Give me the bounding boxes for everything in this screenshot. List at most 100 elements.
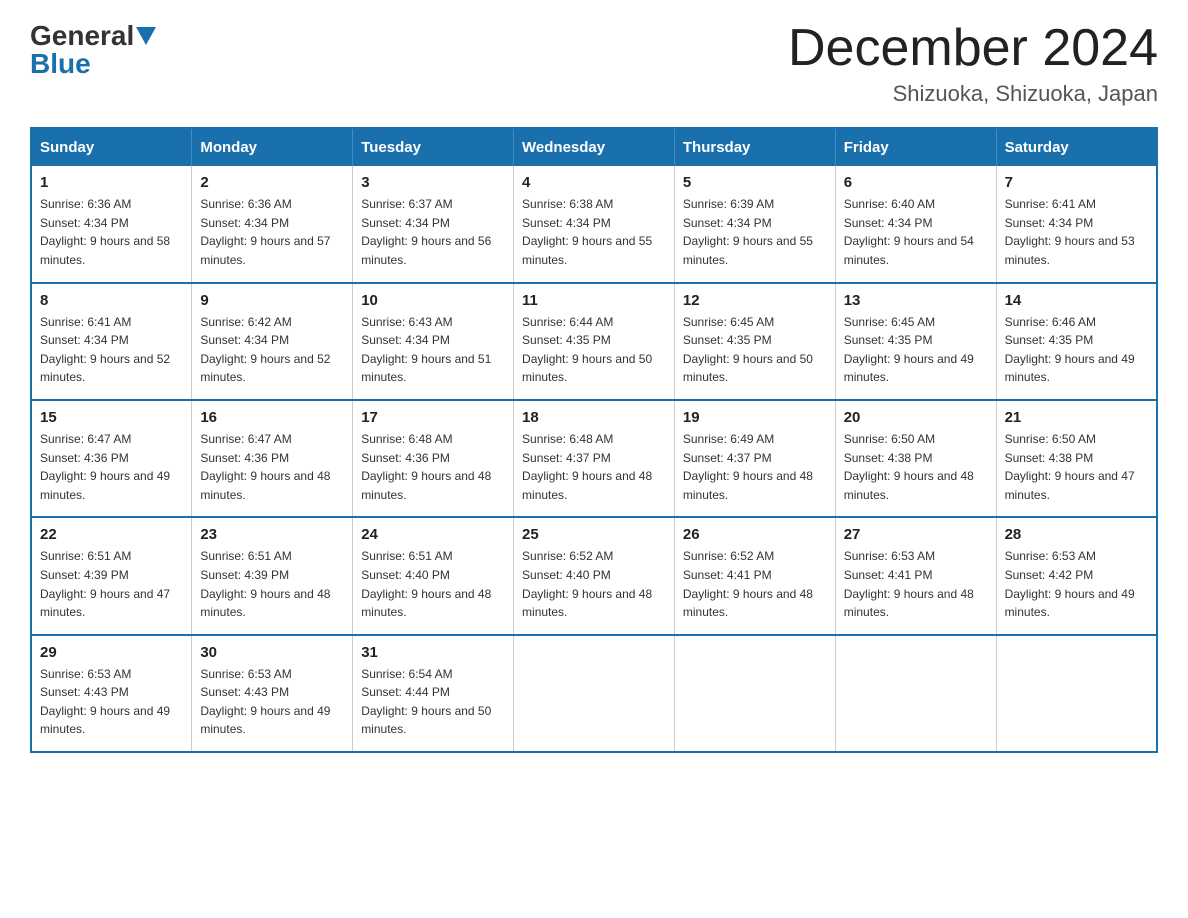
calendar-cell: 3 Sunrise: 6:37 AMSunset: 4:34 PMDaylight… xyxy=(353,166,514,282)
day-number: 30 xyxy=(200,644,344,661)
day-info: Sunrise: 6:52 AMSunset: 4:41 PMDaylight:… xyxy=(683,547,827,621)
calendar-cell: 28 Sunrise: 6:53 AMSunset: 4:42 PMDayligh… xyxy=(996,517,1157,634)
day-info: Sunrise: 6:39 AMSunset: 4:34 PMDaylight:… xyxy=(683,195,827,269)
day-number: 17 xyxy=(361,409,505,426)
day-number: 4 xyxy=(522,174,666,191)
calendar-cell: 24 Sunrise: 6:51 AMSunset: 4:40 PMDayligh… xyxy=(353,517,514,634)
calendar-cell: 14 Sunrise: 6:46 AMSunset: 4:35 PMDayligh… xyxy=(996,283,1157,400)
day-number: 14 xyxy=(1005,292,1148,309)
calendar-header-wednesday: Wednesday xyxy=(514,128,675,166)
month-title: December 2024 xyxy=(788,20,1158,77)
calendar-cell xyxy=(996,635,1157,752)
calendar-cell: 17 Sunrise: 6:48 AMSunset: 4:36 PMDayligh… xyxy=(353,400,514,517)
calendar-cell: 21 Sunrise: 6:50 AMSunset: 4:38 PMDayligh… xyxy=(996,400,1157,517)
calendar-cell: 8 Sunrise: 6:41 AMSunset: 4:34 PMDaylight… xyxy=(31,283,192,400)
day-number: 11 xyxy=(522,292,666,309)
calendar-cell: 7 Sunrise: 6:41 AMSunset: 4:34 PMDaylight… xyxy=(996,166,1157,282)
day-info: Sunrise: 6:50 AMSunset: 4:38 PMDaylight:… xyxy=(1005,430,1148,504)
calendar-cell: 16 Sunrise: 6:47 AMSunset: 4:36 PMDayligh… xyxy=(192,400,353,517)
calendar-cell: 5 Sunrise: 6:39 AMSunset: 4:34 PMDaylight… xyxy=(674,166,835,282)
calendar-header-friday: Friday xyxy=(835,128,996,166)
day-number: 10 xyxy=(361,292,505,309)
calendar-cell: 26 Sunrise: 6:52 AMSunset: 4:41 PMDayligh… xyxy=(674,517,835,634)
calendar-cell: 10 Sunrise: 6:43 AMSunset: 4:34 PMDayligh… xyxy=(353,283,514,400)
calendar-header-saturday: Saturday xyxy=(996,128,1157,166)
day-info: Sunrise: 6:42 AMSunset: 4:34 PMDaylight:… xyxy=(200,313,344,387)
day-info: Sunrise: 6:51 AMSunset: 4:40 PMDaylight:… xyxy=(361,547,505,621)
day-info: Sunrise: 6:53 AMSunset: 4:41 PMDaylight:… xyxy=(844,547,988,621)
day-info: Sunrise: 6:47 AMSunset: 4:36 PMDaylight:… xyxy=(40,430,183,504)
calendar-header-row: SundayMondayTuesdayWednesdayThursdayFrid… xyxy=(31,128,1157,166)
day-info: Sunrise: 6:53 AMSunset: 4:42 PMDaylight:… xyxy=(1005,547,1148,621)
calendar-table: SundayMondayTuesdayWednesdayThursdayFrid… xyxy=(30,127,1158,753)
day-info: Sunrise: 6:49 AMSunset: 4:37 PMDaylight:… xyxy=(683,430,827,504)
calendar-header-monday: Monday xyxy=(192,128,353,166)
day-number: 22 xyxy=(40,526,183,543)
day-number: 7 xyxy=(1005,174,1148,191)
calendar-cell: 22 Sunrise: 6:51 AMSunset: 4:39 PMDayligh… xyxy=(31,517,192,634)
calendar-cell: 29 Sunrise: 6:53 AMSunset: 4:43 PMDayligh… xyxy=(31,635,192,752)
day-info: Sunrise: 6:50 AMSunset: 4:38 PMDaylight:… xyxy=(844,430,988,504)
logo: General Blue xyxy=(30,20,158,80)
calendar-cell: 15 Sunrise: 6:47 AMSunset: 4:36 PMDayligh… xyxy=(31,400,192,517)
calendar-header-thursday: Thursday xyxy=(674,128,835,166)
calendar-cell: 9 Sunrise: 6:42 AMSunset: 4:34 PMDaylight… xyxy=(192,283,353,400)
calendar-cell: 25Sunrise: 6:52 AMSunset: 4:40 PMDayligh… xyxy=(514,517,675,634)
day-number: 28 xyxy=(1005,526,1148,543)
calendar-cell: 6 Sunrise: 6:40 AMSunset: 4:34 PMDaylight… xyxy=(835,166,996,282)
calendar-cell: 2 Sunrise: 6:36 AMSunset: 4:34 PMDaylight… xyxy=(192,166,353,282)
calendar-week-row: 8 Sunrise: 6:41 AMSunset: 4:34 PMDaylight… xyxy=(31,283,1157,400)
day-info: Sunrise: 6:41 AMSunset: 4:34 PMDaylight:… xyxy=(40,313,183,387)
calendar-week-row: 22 Sunrise: 6:51 AMSunset: 4:39 PMDayligh… xyxy=(31,517,1157,634)
calendar-week-row: 15 Sunrise: 6:47 AMSunset: 4:36 PMDayligh… xyxy=(31,400,1157,517)
day-number: 20 xyxy=(844,409,988,426)
page-header: General Blue December 2024 Shizuoka, Shi… xyxy=(30,20,1158,107)
day-info: Sunrise: 6:48 AMSunset: 4:36 PMDaylight:… xyxy=(361,430,505,504)
day-info: Sunrise: 6:53 AMSunset: 4:43 PMDaylight:… xyxy=(40,665,183,739)
day-number: 8 xyxy=(40,292,183,309)
day-info: Sunrise: 6:51 AMSunset: 4:39 PMDaylight:… xyxy=(200,547,344,621)
day-info: Sunrise: 6:36 AMSunset: 4:34 PMDaylight:… xyxy=(40,195,183,269)
day-info: Sunrise: 6:52 AMSunset: 4:40 PMDaylight:… xyxy=(522,547,666,621)
day-number: 19 xyxy=(683,409,827,426)
day-info: Sunrise: 6:53 AMSunset: 4:43 PMDaylight:… xyxy=(200,665,344,739)
calendar-cell: 23 Sunrise: 6:51 AMSunset: 4:39 PMDayligh… xyxy=(192,517,353,634)
calendar-cell: 27 Sunrise: 6:53 AMSunset: 4:41 PMDayligh… xyxy=(835,517,996,634)
calendar-cell: 19 Sunrise: 6:49 AMSunset: 4:37 PMDayligh… xyxy=(674,400,835,517)
day-info: Sunrise: 6:54 AMSunset: 4:44 PMDaylight:… xyxy=(361,665,505,739)
day-number: 26 xyxy=(683,526,827,543)
day-number: 29 xyxy=(40,644,183,661)
day-number: 6 xyxy=(844,174,988,191)
day-info: Sunrise: 6:51 AMSunset: 4:39 PMDaylight:… xyxy=(40,547,183,621)
day-info: Sunrise: 6:45 AMSunset: 4:35 PMDaylight:… xyxy=(844,313,988,387)
day-number: 18 xyxy=(522,409,666,426)
calendar-cell: 13Sunrise: 6:45 AMSunset: 4:35 PMDayligh… xyxy=(835,283,996,400)
calendar-cell xyxy=(674,635,835,752)
day-number: 9 xyxy=(200,292,344,309)
day-info: Sunrise: 6:37 AMSunset: 4:34 PMDaylight:… xyxy=(361,195,505,269)
logo-triangle-icon xyxy=(136,27,156,45)
calendar-cell xyxy=(514,635,675,752)
day-number: 23 xyxy=(200,526,344,543)
day-number: 16 xyxy=(200,409,344,426)
day-number: 2 xyxy=(200,174,344,191)
day-number: 24 xyxy=(361,526,505,543)
day-info: Sunrise: 6:36 AMSunset: 4:34 PMDaylight:… xyxy=(200,195,344,269)
day-info: Sunrise: 6:47 AMSunset: 4:36 PMDaylight:… xyxy=(200,430,344,504)
day-info: Sunrise: 6:45 AMSunset: 4:35 PMDaylight:… xyxy=(683,313,827,387)
day-number: 27 xyxy=(844,526,988,543)
calendar-cell: 20 Sunrise: 6:50 AMSunset: 4:38 PMDayligh… xyxy=(835,400,996,517)
day-info: Sunrise: 6:40 AMSunset: 4:34 PMDaylight:… xyxy=(844,195,988,269)
calendar-cell: 4Sunrise: 6:38 AMSunset: 4:34 PMDaylight… xyxy=(514,166,675,282)
calendar-header-sunday: Sunday xyxy=(31,128,192,166)
day-number: 12 xyxy=(683,292,827,309)
day-info: Sunrise: 6:41 AMSunset: 4:34 PMDaylight:… xyxy=(1005,195,1148,269)
day-number: 21 xyxy=(1005,409,1148,426)
day-number: 15 xyxy=(40,409,183,426)
day-number: 5 xyxy=(683,174,827,191)
day-info: Sunrise: 6:44 AMSunset: 4:35 PMDaylight:… xyxy=(522,313,666,387)
day-number: 3 xyxy=(361,174,505,191)
day-info: Sunrise: 6:43 AMSunset: 4:34 PMDaylight:… xyxy=(361,313,505,387)
day-info: Sunrise: 6:46 AMSunset: 4:35 PMDaylight:… xyxy=(1005,313,1148,387)
title-block: December 2024 Shizuoka, Shizuoka, Japan xyxy=(788,20,1158,107)
